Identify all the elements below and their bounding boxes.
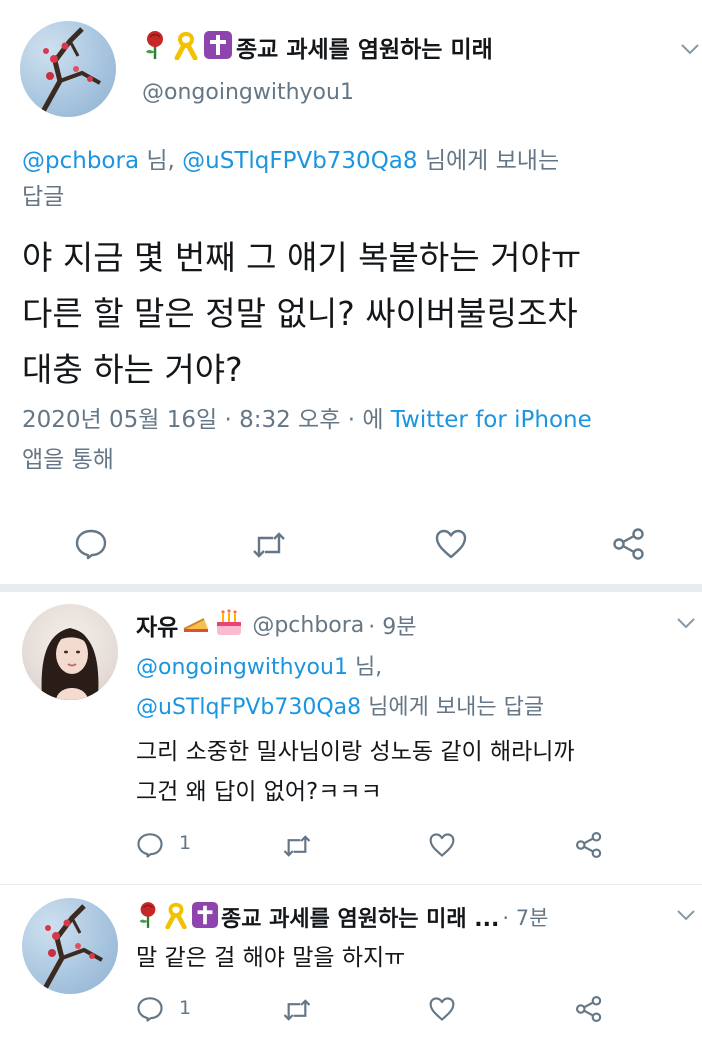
portrait-icon — [41, 628, 99, 700]
birthday-cake-icon — [214, 608, 244, 642]
reply-icon[interactable] — [136, 831, 164, 859]
display-name[interactable]: 종교 과세를 염원하는 미래 — [236, 30, 493, 64]
relative-time[interactable]: · 7분 — [502, 902, 548, 932]
source-link[interactable]: Twitter for iPhone — [391, 407, 592, 433]
retweet-icon[interactable] — [282, 997, 312, 1023]
display-name[interactable]: 종교 과세를 염원하는 미래 ... — [221, 901, 499, 933]
pie-icon — [182, 611, 210, 639]
name-row: 종교 과세를 염원하는 미래 — [142, 30, 493, 64]
rose-icon — [136, 901, 160, 933]
like-icon[interactable] — [434, 528, 468, 560]
name-row: 종교 과세를 염원하는 미래 ... · 7분 — [136, 900, 548, 934]
mention-link[interactable]: @ongoingwithyou1 — [136, 655, 348, 680]
source-suffix: 앱을 통해 — [22, 447, 114, 473]
rose-icon — [142, 30, 168, 64]
share-icon[interactable] — [611, 527, 647, 561]
reply-count: 1 — [179, 832, 192, 854]
avatar[interactable] — [20, 21, 116, 117]
divider — [0, 584, 702, 592]
yellow-ribbon-icon — [172, 30, 200, 64]
reply-count: 1 — [179, 997, 192, 1019]
chevron-down-icon[interactable] — [676, 616, 696, 630]
chevron-down-icon[interactable] — [676, 908, 696, 922]
reply-context: @pchbora 님, @uSTlqFPVb730Qa8 님에게 보내는 — [22, 148, 560, 174]
avatar[interactable] — [22, 604, 118, 700]
yellow-ribbon-icon — [163, 901, 189, 933]
tweet-meta: 2020년 05월 16일 · 8:32 오후 · 에 Twitter for … — [22, 402, 692, 438]
plum-blossom-icon — [37, 27, 101, 117]
share-icon[interactable] — [574, 995, 604, 1023]
share-icon[interactable] — [574, 831, 604, 859]
tweet-text: 야 지금 몇 번째 그 얘기 복붙하는 거야ㅠ 다른 할 말은 정말 없니? 싸… — [22, 238, 582, 389]
like-icon[interactable] — [428, 996, 456, 1022]
name-row: 자유 @pchbora · 9분 — [136, 608, 417, 642]
relative-time[interactable]: · 9분 — [368, 609, 416, 641]
reply-context: @ongoingwithyou1 님, @uSTlqFPVb730Qa8 님에게… — [136, 655, 545, 720]
display-name[interactable]: 자유 — [136, 608, 178, 642]
retweet-icon[interactable] — [282, 833, 312, 859]
timestamp[interactable]: 2020년 05월 16일 · 8:32 오후 · 에 — [22, 407, 391, 433]
mention-link[interactable]: @uSTlqFPVb730Qa8 — [136, 695, 361, 720]
plum-blossom-icon — [39, 904, 103, 994]
reply-icon[interactable] — [136, 995, 164, 1023]
mention-link[interactable]: @pchbora — [22, 148, 139, 174]
retweet-icon[interactable] — [251, 530, 287, 560]
handle[interactable]: @ongoingwithyou1 — [142, 80, 354, 105]
chevron-down-icon[interactable] — [680, 42, 700, 56]
mention-link[interactable]: @uSTlqFPVb730Qa8 — [182, 148, 417, 174]
avatar[interactable] — [22, 898, 118, 994]
like-icon[interactable] — [428, 832, 456, 858]
divider — [0, 884, 702, 885]
latin-cross-icon — [192, 902, 218, 932]
reply-context-line2: 답글 — [22, 184, 65, 210]
reply-icon[interactable] — [74, 527, 108, 561]
handle[interactable]: @pchbora — [252, 613, 364, 638]
tweet-text: 말 같은 걸 해야 말을 하지ㅠ — [136, 945, 406, 971]
latin-cross-icon — [204, 31, 232, 63]
tweet-text: 그리 소중한 밀사님이랑 성노동 같이 해라니까 그건 왜 답이 없어?ㅋㅋㅋ — [136, 739, 575, 805]
